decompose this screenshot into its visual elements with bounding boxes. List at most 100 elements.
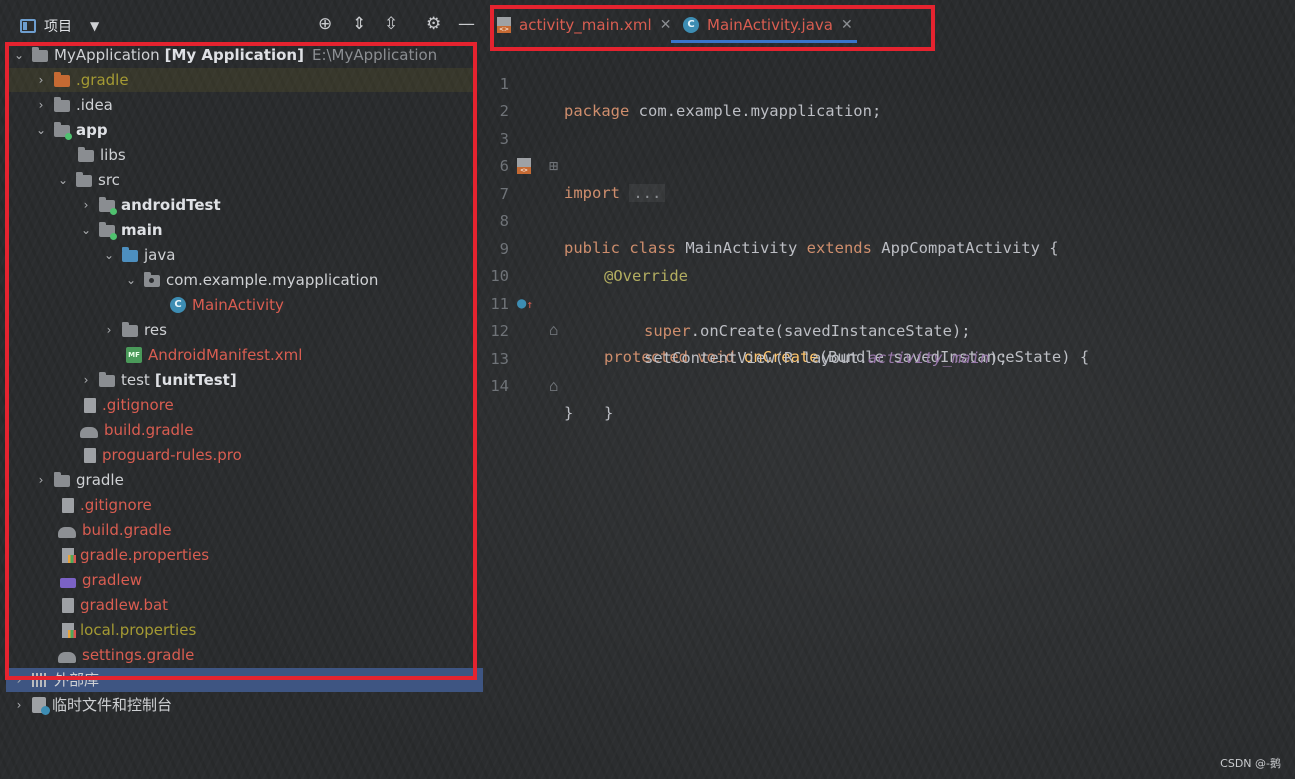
tree-label: gradlew.bat [80,596,169,614]
tree-item-androidtest[interactable]: › androidTest [79,193,221,217]
tree-label: src [98,171,120,189]
tree-label: main [121,221,163,239]
project-view-selector[interactable]: 项目 ▼ [20,16,99,36]
chevron-down-icon[interactable]: ⌄ [124,268,138,292]
tree-item-idea[interactable]: › .idea [34,93,113,117]
code-line: 12 setContentView(R.layout.activity_main… [485,291,1008,367]
tree-item-local-properties[interactable]: local.properties [40,618,196,642]
chevron-down-icon[interactable]: ⌄ [34,118,48,142]
properties-file-icon [62,622,76,638]
project-icon [20,19,36,33]
chevron-down-icon[interactable]: ⌄ [56,168,70,192]
tree-label: res [144,321,167,339]
keyword: package [564,102,630,120]
tree-item-gitignore[interactable]: .gitignore [40,493,152,517]
code-line: 6 [485,126,522,175]
tree-label: MainActivity [192,296,284,314]
tree-item-proguard[interactable]: proguard-rules.pro [62,443,242,467]
tree-item-external-libraries[interactable]: › 外部库 [12,668,99,692]
tree-item-gradle-dir[interactable]: › .gradle [34,68,129,92]
crosshair-icon[interactable]: ⊕ [318,14,332,34]
tree-item-build-gradle[interactable]: build.gradle [38,518,171,542]
close-icon[interactable]: ✕ [660,17,672,33]
code-text: } [564,404,574,422]
folder-icon [54,72,70,87]
code-line: 7 public class MainActivity extends AppC… [485,154,1059,257]
chevron-right-icon[interactable]: › [34,68,48,92]
tree-item-scratches[interactable]: › 临时文件和控制台 [12,693,172,717]
tree-item-app-build-gradle[interactable]: build.gradle [60,418,193,442]
tree-item-gradlew[interactable]: gradlew [40,568,142,592]
tree-item-myapplication[interactable]: ⌄ MyApplication [My Application] E:\MyAp… [12,43,437,67]
folder-icon [78,147,94,162]
chevron-down-icon[interactable]: ⌄ [102,243,116,267]
tree-item-gradlew-bat[interactable]: gradlew.bat [40,593,168,617]
tree-item-res[interactable]: › res [102,318,167,342]
project-panel: 项目 ▼ ⊕ ⇕ ⇳ ⚙ — ⌄ MyApplication [My Appli… [0,0,485,779]
shell-script-icon [60,577,76,588]
keyword: import [564,184,620,202]
manifest-icon: MF [126,347,142,363]
tree-item-settings-gradle[interactable]: settings.gradle [38,643,194,667]
chevron-right-icon[interactable]: › [12,693,26,717]
resource-folder-icon [122,322,138,337]
module-folder-icon [54,122,72,140]
folded-imports[interactable]: ... [629,184,666,202]
xml-layout-icon [497,17,511,33]
annotation: @Override [604,267,688,285]
tree-item-test[interactable]: › test [unitTest] [79,368,237,392]
panel-header: 项目 ▼ ⊕ ⇕ ⇳ ⚙ — [0,0,485,44]
gear-icon[interactable]: ⚙ [426,14,441,34]
folder-icon [99,197,117,215]
tree-item-main[interactable]: ⌄ main [79,218,163,242]
fold-icon[interactable]: ⌂ [549,373,558,400]
tree-label: .idea [76,96,113,114]
tree-item-mainactivity[interactable]: C MainActivity [150,293,284,317]
folder-icon [54,97,70,112]
tree-item-package[interactable]: ⌄ com.example.myapplication [124,268,378,292]
tab-activity-main-xml[interactable]: activity_main.xml ✕ [497,12,671,38]
tree-item-app[interactable]: ⌄ app [34,118,108,142]
tree-item-libs[interactable]: libs [58,143,126,167]
tree-item-java[interactable]: ⌄ java [102,243,175,267]
folder-icon [99,222,117,240]
tree-label: gradle [76,471,124,489]
chevron-down-icon[interactable]: ▼ [90,19,99,33]
close-icon[interactable]: ✕ [841,17,853,33]
gradle-elephant-icon [80,426,98,438]
tree-label: 临时文件和控制台 [52,696,173,714]
fold-icon[interactable]: ⌂ [549,317,558,344]
folder-icon [99,372,115,387]
code-line: 8 [485,181,522,230]
chevron-right-icon[interactable]: › [79,368,93,392]
file-icon [84,447,96,463]
code-line: 1 package com.example.myapplication; [485,44,882,120]
expand-all-icon[interactable]: ⇕ [352,14,366,34]
tree-item-src[interactable]: ⌄ src [56,168,120,192]
tree-item-gradle[interactable]: › gradle [34,468,124,492]
properties-file-icon [62,547,76,563]
tree-item-gradle-properties[interactable]: gradle.properties [40,543,209,567]
minimize-icon[interactable]: — [458,14,475,34]
tree-item-manifest[interactable]: MF AndroidManifest.xml [106,343,302,367]
collapse-all-icon[interactable]: ⇳ [384,14,398,34]
tree-item-app-gitignore[interactable]: .gitignore [62,393,174,417]
chevron-right-icon[interactable]: › [34,468,48,492]
chevron-right-icon[interactable]: › [102,318,116,342]
tab-mainactivity-java[interactable]: C MainActivity.java ✕ [683,12,853,38]
file-icon [62,597,74,613]
class-icon: C [170,297,186,313]
chevron-right-icon[interactable]: › [12,668,26,692]
keyword: extends [806,239,872,257]
chevron-down-icon[interactable]: ⌄ [12,43,26,67]
chevron-down-icon[interactable]: ⌄ [79,218,93,242]
line-number: 14 [490,377,509,395]
code-text: MainActivity [675,239,807,257]
chevron-right-icon[interactable]: › [79,193,93,217]
gitignore-file-icon [84,397,96,413]
layout-gutter-icon[interactable] [517,158,533,174]
fold-icon[interactable]: ⊞ [549,153,558,180]
code-line: 14 } [485,346,573,422]
tab-label: activity_main.xml [519,16,652,34]
chevron-right-icon[interactable]: › [34,93,48,117]
